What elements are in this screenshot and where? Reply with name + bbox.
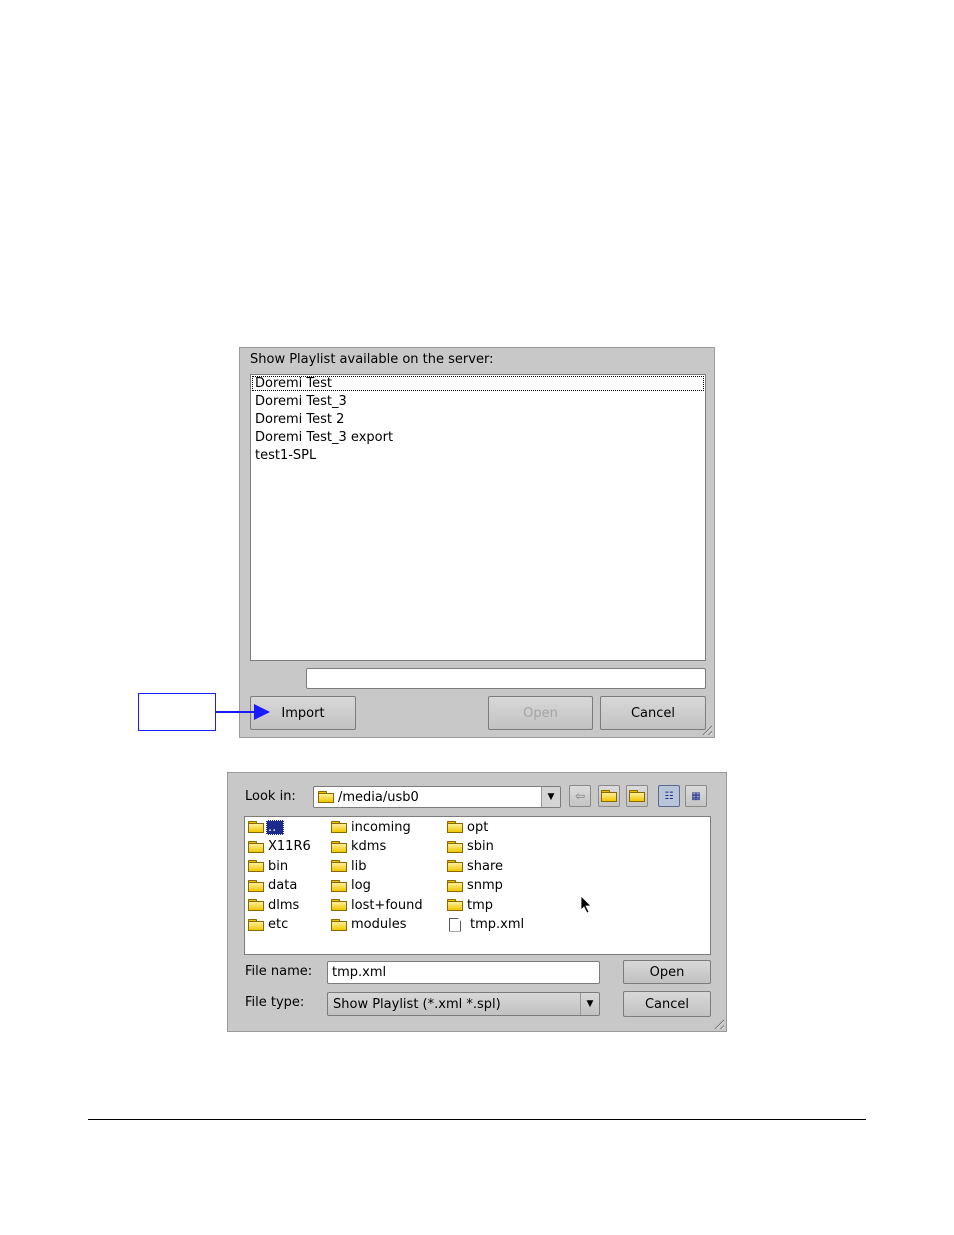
folder-open-icon: [318, 791, 334, 803]
file-item[interactable]: dlms: [248, 896, 301, 914]
playlist-label: Show Playlist available on the server:: [250, 352, 494, 367]
folder-icon: [331, 821, 347, 833]
list-item[interactable]: Doremi Test_3: [255, 394, 347, 409]
import-button-label: Import: [281, 705, 325, 721]
folder-icon: [447, 899, 463, 911]
file-item[interactable]: tmp.xml: [447, 916, 526, 934]
file-cancel-button[interactable]: Cancel: [623, 991, 711, 1017]
file-name-input[interactable]: tmp.xml: [327, 961, 600, 984]
chevron-down-icon[interactable]: ▼: [541, 787, 560, 807]
folder-icon: [248, 860, 264, 872]
file-name-value: tmp.xml: [332, 965, 387, 980]
file-item-label: kdms: [351, 839, 387, 854]
folder-icon: [331, 879, 347, 892]
file-open-button[interactable]: Open: [623, 960, 711, 984]
file-item[interactable]: log: [331, 877, 373, 895]
file-item[interactable]: snmp: [447, 877, 505, 895]
file-item[interactable]: modules: [331, 916, 409, 934]
file-item[interactable]: kdms: [331, 838, 388, 856]
file-cancel-button-label: Cancel: [644, 996, 690, 1012]
file-item[interactable]: ..: [248, 818, 285, 836]
file-item-label: share: [467, 858, 504, 874]
file-item-label: modules: [351, 917, 407, 932]
file-item-label: incoming: [351, 819, 411, 835]
callout-arrow-icon: [216, 704, 270, 720]
look-in-combo[interactable]: /media/usb0 ▼: [313, 786, 561, 808]
cancel-button[interactable]: Cancel: [600, 696, 706, 730]
file-list[interactable]: .. X11R6 bin data dlms etc incoming kdms lib log l…: [244, 816, 711, 955]
file-item-label: log: [351, 878, 371, 893]
resize-grip-icon[interactable]: [712, 1017, 724, 1029]
file-type-value: Show Playlist (*.xml *.spl): [333, 996, 501, 1012]
file-item-label: data: [268, 878, 298, 893]
callout-box: [138, 693, 216, 731]
folder-icon: [447, 860, 463, 872]
folder-icon: [248, 899, 264, 911]
file-open-button-label: Open: [649, 964, 685, 980]
folder-icon: [331, 840, 347, 853]
file-item-label: tmp: [467, 897, 494, 913]
file-item[interactable]: incoming: [331, 818, 413, 836]
file-item[interactable]: lost+found: [331, 896, 425, 914]
open-button[interactable]: Open: [488, 696, 593, 730]
playlist-list[interactable]: Doremi Test Doremi Test_3 Doremi Test 2 Dor…: [250, 374, 706, 661]
file-item[interactable]: opt: [447, 818, 490, 836]
folder-icon: [447, 821, 463, 833]
folder-icon: [447, 879, 463, 892]
mouse-cursor-icon: [580, 895, 592, 914]
detail-view-icon[interactable]: ▦: [685, 785, 707, 807]
list-item[interactable]: Doremi Test_3 export: [255, 430, 393, 445]
file-item-label: lib: [351, 858, 367, 874]
look-in-value: /media/usb0: [338, 789, 419, 805]
file-item-label: X11R6: [268, 839, 311, 854]
file-dialog: Look in: /media/usb0 ▼ ⇦ ☷ ▦ .. X11R6 bin d…: [227, 772, 727, 1032]
folder-icon: [248, 918, 264, 931]
file-item[interactable]: bin: [248, 857, 290, 875]
file-item-label: opt: [467, 819, 489, 835]
folder-icon: [331, 918, 347, 931]
chevron-down-icon: ▼: [580, 993, 599, 1015]
file-type-label: File type:: [245, 995, 305, 1010]
file-item-label: ..: [266, 819, 285, 835]
list-item[interactable]: test1-SPL: [255, 448, 316, 463]
folder-icon: [248, 821, 264, 833]
list-item[interactable]: Doremi Test 2: [255, 412, 344, 427]
file-item[interactable]: data: [248, 877, 299, 895]
file-item[interactable]: share: [447, 857, 505, 875]
look-in-label: Look in:: [245, 789, 296, 804]
list-item[interactable]: Doremi Test: [252, 376, 704, 391]
file-item[interactable]: etc: [248, 916, 290, 934]
file-item-label: bin: [268, 858, 289, 874]
list-view-icon[interactable]: ☷: [658, 785, 680, 807]
back-icon[interactable]: ⇦: [569, 785, 591, 807]
file-type-select[interactable]: Show Playlist (*.xml *.spl) ▼: [327, 992, 600, 1016]
folder-icon: [331, 899, 347, 911]
file-item[interactable]: X11R6: [248, 838, 313, 856]
folder-icon: [447, 840, 463, 853]
folder-icon: [331, 860, 347, 872]
file-item[interactable]: lib: [331, 857, 368, 875]
folder-icon: [248, 879, 264, 892]
open-button-label: Open: [523, 705, 558, 721]
file-name-label: File name:: [245, 964, 313, 979]
file-item-label: etc: [268, 917, 289, 932]
file-item-label: lost+found: [351, 897, 423, 913]
folder-icon: [248, 840, 264, 853]
file-item[interactable]: tmp: [447, 896, 495, 914]
new-folder-icon[interactable]: [626, 785, 648, 807]
file-item-label: sbin: [467, 839, 494, 854]
playlist-name-input[interactable]: [306, 668, 706, 689]
parent-folder-icon[interactable]: [598, 785, 620, 807]
playlist-dialog: Show Playlist available on the server: D…: [239, 347, 715, 738]
footer-rule: [88, 1119, 866, 1120]
file-item-label: snmp: [467, 878, 503, 893]
file-item[interactable]: sbin: [447, 838, 496, 856]
file-icon: [449, 917, 461, 932]
file-item-label: dlms: [268, 897, 300, 913]
cancel-button-label: Cancel: [630, 705, 676, 721]
file-item-label: tmp.xml: [470, 917, 525, 932]
